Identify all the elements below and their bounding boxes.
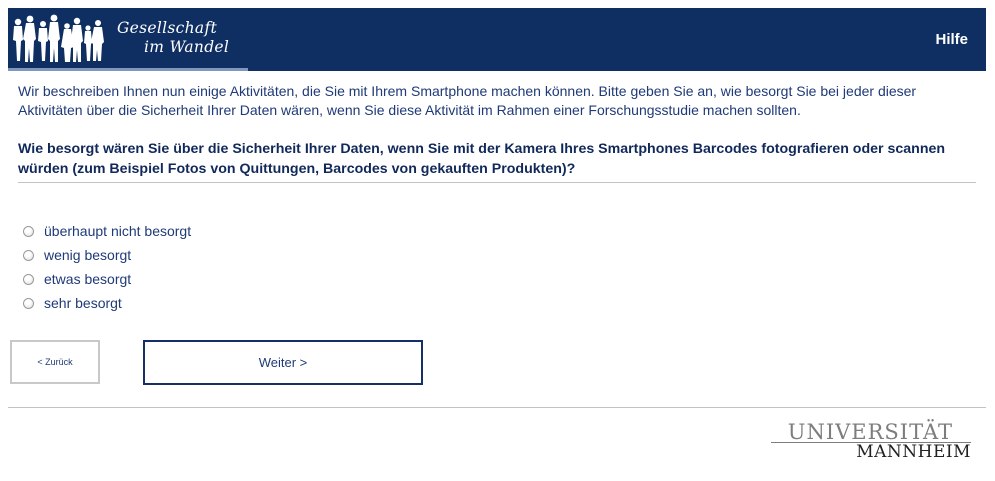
back-button[interactable]: < Zurück: [10, 340, 100, 384]
uni-logo-line2: MANNHEIM: [856, 442, 971, 462]
header-bar: Gesellschaft im Wandel Hilfe: [8, 8, 986, 71]
gesellschaft-im-wandel-logo: Gesellschaft im Wandel: [8, 8, 253, 71]
option-ueberhaupt-nicht-besorgt[interactable]: überhaupt nicht besorgt: [23, 219, 191, 243]
intro-text: Wir beschreiben Ihnen nun einige Aktivit…: [18, 83, 917, 118]
question-text: Wie besorgt wären Sie über die Sicherhei…: [18, 141, 946, 177]
option-label[interactable]: wenig besorgt: [44, 247, 131, 263]
option-etwas-besorgt[interactable]: etwas besorgt: [23, 267, 191, 291]
footer-divider: [8, 407, 986, 408]
logo-line1: Gesellschaft: [117, 19, 218, 37]
option-label[interactable]: etwas besorgt: [44, 271, 131, 287]
option-sehr-besorgt[interactable]: sehr besorgt: [23, 291, 191, 315]
next-button[interactable]: Weiter >: [143, 340, 423, 385]
option-label[interactable]: sehr besorgt: [44, 295, 122, 311]
radio-button[interactable]: [23, 249, 34, 261]
help-link[interactable]: Hilfe: [935, 31, 968, 48]
logo-band: [8, 68, 248, 71]
radio-button[interactable]: [23, 297, 34, 309]
logo-text: Gesellschaft im Wandel: [117, 19, 229, 57]
option-wenig-besorgt[interactable]: wenig besorgt: [23, 243, 191, 267]
option-label[interactable]: überhaupt nicht besorgt: [44, 223, 191, 239]
radio-button[interactable]: [23, 273, 34, 285]
logo-line2: im Wandel: [144, 38, 230, 56]
answer-options: überhaupt nicht besorgt wenig besorgt et…: [23, 219, 191, 315]
people-silhouettes-icon: [13, 14, 104, 62]
divider: [18, 182, 976, 183]
radio-button[interactable]: [23, 225, 34, 237]
universitaet-mannheim-logo: UNIVERSITÄT MANNHEIM: [771, 421, 971, 462]
